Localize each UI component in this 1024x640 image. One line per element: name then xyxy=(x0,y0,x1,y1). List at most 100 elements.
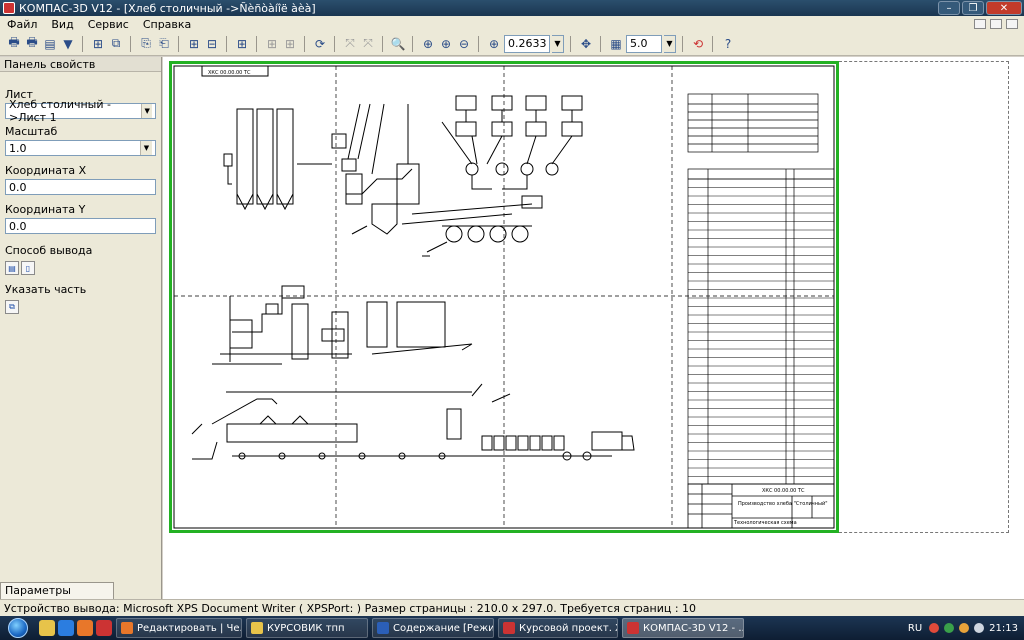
menu-help[interactable]: Справка xyxy=(136,18,198,31)
word-icon xyxy=(377,622,389,634)
zoom-in-2-icon[interactable]: ⊕ xyxy=(438,36,454,52)
minimize-button[interactable]: – xyxy=(938,1,960,15)
volume-icon[interactable] xyxy=(974,623,985,633)
language-indicator[interactable]: RU xyxy=(906,623,924,634)
app-icon xyxy=(3,2,15,14)
tray-app-1-icon[interactable] xyxy=(929,623,940,633)
taskbar-item-3[interactable]: Содержание [Режи... xyxy=(372,618,494,638)
rotate-icon[interactable]: ⟳ xyxy=(312,36,328,52)
scale-select[interactable]: 1.0 ▼ xyxy=(5,140,156,156)
refresh-icon[interactable]: ⟲ xyxy=(690,36,706,52)
fit-sheet-icon[interactable]: ⎗ xyxy=(156,36,172,52)
quicklaunch-app-icon[interactable] xyxy=(96,620,112,636)
layout-2-icon[interactable]: ⊟ xyxy=(204,36,220,52)
menu-view[interactable]: Вид xyxy=(44,18,80,31)
drawing-sheet[interactable]: ХКС 00.00.00 ТС ХКС 00.00.00 ТС Производ… xyxy=(169,61,839,533)
corner-stamp-text: ХКС 00.00.00 ТС xyxy=(208,70,251,76)
tray-app-2-icon[interactable] xyxy=(944,623,955,633)
step-input[interactable]: 5.0 xyxy=(626,34,662,53)
quicklaunch-firefox-icon[interactable] xyxy=(77,620,93,636)
properties-panel: Панель свойств Лист Хлеб столичный ->Лис… xyxy=(0,57,162,610)
zoom-input[interactable]: 0.2633 xyxy=(504,34,550,53)
toolbar: 🖶 🖶 ▤ ▼ ⊞ ⧉ ⎘ ⎗ ⊞ ⊟ ⊞ ⊞ ⊞ ⟳ ⤧ ⤧ 🔍 ⊕ ⊕ ⊖ … xyxy=(0,32,1024,56)
document-window-controls xyxy=(974,19,1024,29)
align-disabled-1-icon[interactable]: ⤧ xyxy=(342,36,358,52)
taskbar: Редактировать | Че... КУРСОВИК тпп Содер… xyxy=(0,616,1024,640)
taskbar-item-2-label: КУРСОВИК тпп xyxy=(267,622,345,634)
quicklaunch-explorer-icon[interactable] xyxy=(39,620,55,636)
maximize-button[interactable]: ❐ xyxy=(962,1,984,15)
step-icon[interactable]: ▦ xyxy=(608,36,624,52)
zoom-scale-icon[interactable]: ⊕ xyxy=(486,36,502,52)
title-block-scheme: Технологическая схема xyxy=(733,520,797,526)
page-outline xyxy=(839,61,1009,533)
folder-icon xyxy=(251,622,263,634)
output-page-icon[interactable]: ▯ xyxy=(21,261,35,275)
step-dropdown-icon[interactable]: ▼ xyxy=(664,34,676,53)
taskbar-item-3-label: Содержание [Режи... xyxy=(393,622,494,634)
title-block-code: ХКС 00.00.00 ТС xyxy=(762,488,805,494)
zoom-in-icon[interactable]: ⊕ xyxy=(420,36,436,52)
coord-y-input[interactable]: 0.0 xyxy=(5,218,156,234)
grid-disabled-1-icon[interactable]: ⊞ xyxy=(264,36,280,52)
taskbar-item-5-label: КОМПАС-3D V12 - ... xyxy=(643,622,744,634)
quicklaunch-media-icon[interactable] xyxy=(58,620,74,636)
align-disabled-2-icon[interactable]: ⤧ xyxy=(360,36,376,52)
status-bar: Устройство вывода: Microsoft XPS Documen… xyxy=(0,599,1024,616)
taskbar-item-1[interactable]: Редактировать | Че... xyxy=(116,618,242,638)
start-button[interactable] xyxy=(0,616,36,640)
tab-view-params[interactable]: Параметры просмотра xyxy=(0,582,114,610)
layout-1-icon[interactable]: ⊞ xyxy=(186,36,202,52)
coord-x-label: Координата X xyxy=(5,164,87,177)
page-setup-icon[interactable]: ▤ xyxy=(42,36,58,52)
output-all-icon[interactable]: ▤ xyxy=(5,261,19,275)
title-block-name: Производство хлеба "Столичный" xyxy=(738,500,828,507)
grid-icon[interactable]: ⊞ xyxy=(234,36,250,52)
title-bar: КОМПАС-3D V12 - [Хлеб столичный ->Ñèñòàí… xyxy=(0,0,1024,16)
specify-part-label: Указать часть xyxy=(5,283,87,296)
scale-select-value: 1.0 xyxy=(9,141,27,155)
menu-file[interactable]: Файл xyxy=(0,18,44,31)
tray-app-3-icon[interactable] xyxy=(959,623,970,633)
move-pages-icon[interactable]: ⧉ xyxy=(108,36,124,52)
grid-disabled-2-icon[interactable]: ⊞ xyxy=(282,36,298,52)
scale-label: Масштаб xyxy=(5,125,58,138)
doc-restore-button[interactable] xyxy=(990,19,1002,29)
coord-x-value: 0.0 xyxy=(9,180,27,194)
taskbar-item-5[interactable]: КОМПАС-3D V12 - ... xyxy=(622,618,744,638)
zoom-dropdown-icon[interactable]: ▼ xyxy=(552,34,564,53)
coord-y-value: 0.0 xyxy=(9,219,27,233)
arrange-pages-icon[interactable]: ⊞ xyxy=(90,36,106,52)
zoom-out-icon[interactable]: ⊖ xyxy=(456,36,472,52)
clock[interactable]: 21:13 xyxy=(989,623,1018,634)
coord-x-input[interactable]: 0.0 xyxy=(5,179,156,195)
taskbar-item-4[interactable]: Курсовой проект. Х... xyxy=(498,618,618,638)
print-icon[interactable]: 🖶 xyxy=(6,35,22,52)
drawing-canvas[interactable]: ХКС 00.00.00 ТС ХКС 00.00.00 ТС Производ… xyxy=(163,57,1024,599)
zoom-window-icon[interactable]: 🔍 xyxy=(390,36,406,52)
specify-part-icon[interactable]: ⧉ xyxy=(5,300,19,314)
firefox-icon xyxy=(121,622,133,634)
chevron-down-icon[interactable]: ▼ xyxy=(141,104,152,118)
menu-service[interactable]: Сервис xyxy=(81,18,136,31)
output-method-buttons: ▤ ▯ xyxy=(5,261,156,275)
taskbar-item-2[interactable]: КУРСОВИК тпп xyxy=(246,618,368,638)
copy-sheet-icon[interactable]: ⎘ xyxy=(138,36,154,52)
sheet-select-value: Хлеб столичный ->Лист 1 xyxy=(9,98,111,124)
filter-icon[interactable]: ▼ xyxy=(60,36,76,52)
kompas-icon xyxy=(627,622,639,634)
doc-close-button[interactable] xyxy=(1006,19,1018,29)
pan-icon[interactable]: ✥ xyxy=(578,36,594,52)
output-method-label: Способ вывода xyxy=(5,244,93,257)
help-pointer-icon[interactable]: ? xyxy=(720,36,736,52)
sheet-select[interactable]: Хлеб столичный ->Лист 1 ▼ xyxy=(5,98,156,124)
document-icon xyxy=(503,622,515,634)
doc-minimize-button[interactable] xyxy=(974,19,986,29)
chevron-down-icon[interactable]: ▼ xyxy=(140,141,152,155)
system-tray: RU 21:13 xyxy=(906,623,1024,634)
print-preview-icon[interactable]: 🖶 xyxy=(24,35,40,52)
close-button[interactable]: ✕ xyxy=(986,1,1022,15)
taskbar-item-4-label: Курсовой проект. Х... xyxy=(519,622,617,634)
coord-y-label: Координата Y xyxy=(5,203,86,216)
window-title: КОМПАС-3D V12 - [Хлеб столичный ->Ñèñòàí… xyxy=(19,1,316,15)
